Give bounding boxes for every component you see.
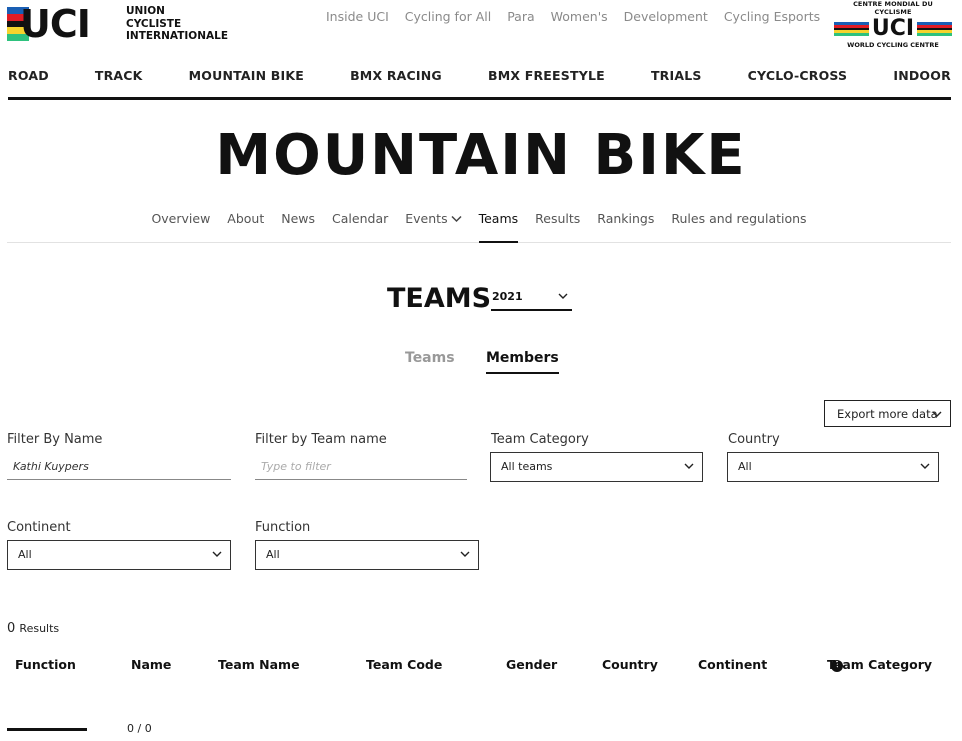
filter-name-input[interactable]: Kathi Kuypers	[7, 453, 231, 480]
discipline-road[interactable]: ROAD	[8, 68, 49, 97]
teams-heading: TEAMS	[387, 283, 492, 314]
filter-name-label: Filter By Name	[7, 432, 103, 447]
tab-teams-list[interactable]: Teams	[405, 350, 455, 366]
filter-name-value: Kathi Kuypers	[13, 460, 89, 473]
logo-line-2: CYCLISTE	[126, 17, 182, 30]
year-value: 2021	[492, 290, 523, 303]
year-select[interactable]: 2021	[491, 290, 572, 311]
function-label: Function	[255, 520, 311, 535]
chevron-down-icon	[684, 453, 694, 481]
tab-overview[interactable]: Overview	[151, 206, 210, 243]
wcc-uci-letters: UCI	[868, 16, 918, 41]
pager-bar	[7, 728, 87, 731]
tab-calendar[interactable]: Calendar	[332, 206, 388, 243]
world-cycling-centre-logo[interactable]: CENTRE MONDIAL DU CYCLISME UCI WORLD CYC…	[834, 0, 952, 49]
page-title: MOUNTAIN BIKE	[215, 123, 747, 188]
tab-rules-and-regulations[interactable]: Rules and regulations	[671, 206, 806, 243]
top-link-inside-uci[interactable]: Inside UCI	[326, 9, 389, 24]
discipline-bmx-freestyle[interactable]: BMX FREESTYLE	[488, 68, 605, 97]
top-link-cycling-for-all[interactable]: Cycling for All	[405, 9, 491, 24]
export-more-data-button[interactable]: Export more data	[824, 400, 951, 427]
logo-line-1: UNION	[126, 5, 165, 17]
continent-value: All	[18, 548, 32, 561]
tab-events[interactable]: Events	[405, 206, 462, 243]
tab-rankings[interactable]: Rankings	[597, 206, 654, 243]
logo-letters: UCI	[20, 2, 91, 46]
tab-members[interactable]: Members	[486, 350, 559, 374]
continent-select[interactable]: All	[7, 540, 231, 570]
logo-line-3: INTERNATIONALE	[126, 30, 228, 42]
team-category-select[interactable]: All teams	[490, 452, 703, 482]
discipline-trials[interactable]: TRIALS	[651, 68, 702, 97]
column-gender[interactable]: Gender	[506, 657, 557, 672]
results-number: 0	[7, 621, 16, 636]
country-label: Country	[728, 432, 780, 447]
filter-team-name-placeholder: Type to filter	[261, 460, 331, 473]
top-link-womens[interactable]: Women's	[551, 9, 608, 24]
pager-status: 0 / 0	[127, 722, 152, 735]
column-function[interactable]: Function	[15, 657, 76, 672]
chevron-down-icon	[451, 206, 462, 232]
team-category-value: All teams	[501, 460, 553, 473]
section-nav: Overview About News Calendar Events Team…	[7, 206, 951, 243]
continent-label: Continent	[7, 520, 71, 535]
chevron-down-icon	[920, 453, 930, 481]
discipline-track[interactable]: TRACK	[95, 68, 143, 97]
export-label: Export more data	[837, 407, 938, 421]
logo-wordmark: UNION CYCLISTE INTERNATIONALE	[126, 5, 228, 43]
filter-team-name-input[interactable]: Type to filter	[255, 453, 467, 480]
wcc-bottom-text: WORLD CYCLING CENTRE	[847, 41, 939, 49]
function-value: All	[266, 548, 280, 561]
function-select[interactable]: All	[255, 540, 479, 570]
tab-about[interactable]: About	[227, 206, 264, 243]
filter-team-name-label: Filter by Team name	[255, 432, 387, 447]
chevron-down-icon	[558, 290, 568, 303]
top-link-cycling-esports[interactable]: Cycling Esports	[724, 9, 820, 24]
column-team-category-label: Team Category	[827, 657, 933, 672]
top-link-development[interactable]: Development	[624, 9, 708, 24]
results-count: 0 Results	[7, 621, 59, 636]
discipline-indoor[interactable]: INDOOR	[893, 68, 951, 97]
discipline-bmx-racing[interactable]: BMX RACING	[350, 68, 442, 97]
chevron-down-icon	[460, 541, 470, 569]
uci-logo[interactable]: UCI UNION CYCLISTE INTERNATIONALE	[7, 2, 228, 46]
wcc-top-text: CENTRE MONDIAL DU CYCLISME	[853, 0, 933, 16]
column-team-code[interactable]: Team Code	[366, 657, 442, 672]
column-team-category[interactable]: Team Category i	[827, 657, 932, 672]
column-country[interactable]: Country	[602, 657, 658, 672]
discipline-cyclo-cross[interactable]: CYCLO-CROSS	[748, 68, 848, 97]
tab-events-label: Events	[405, 211, 448, 226]
column-continent[interactable]: Continent	[698, 657, 767, 672]
column-name[interactable]: Name	[131, 657, 171, 672]
country-value: All	[738, 460, 752, 473]
top-link-para[interactable]: Para	[507, 9, 534, 24]
tab-results[interactable]: Results	[535, 206, 580, 243]
chevron-down-icon	[932, 401, 942, 428]
team-category-label: Team Category	[491, 432, 589, 447]
wcc-mark: UCI	[834, 16, 952, 41]
column-team-name[interactable]: Team Name	[218, 657, 300, 672]
country-select[interactable]: All	[727, 452, 939, 482]
results-label: Results	[19, 622, 60, 635]
top-links: Inside UCI Cycling for All Para Women's …	[326, 9, 836, 24]
discipline-mountain-bike[interactable]: MOUNTAIN BIKE	[189, 68, 304, 97]
tab-news[interactable]: News	[281, 206, 315, 243]
tab-teams[interactable]: Teams	[478, 206, 519, 243]
chevron-down-icon	[212, 541, 222, 569]
discipline-nav: ROAD TRACK MOUNTAIN BIKE BMX RACING BMX …	[8, 68, 951, 100]
